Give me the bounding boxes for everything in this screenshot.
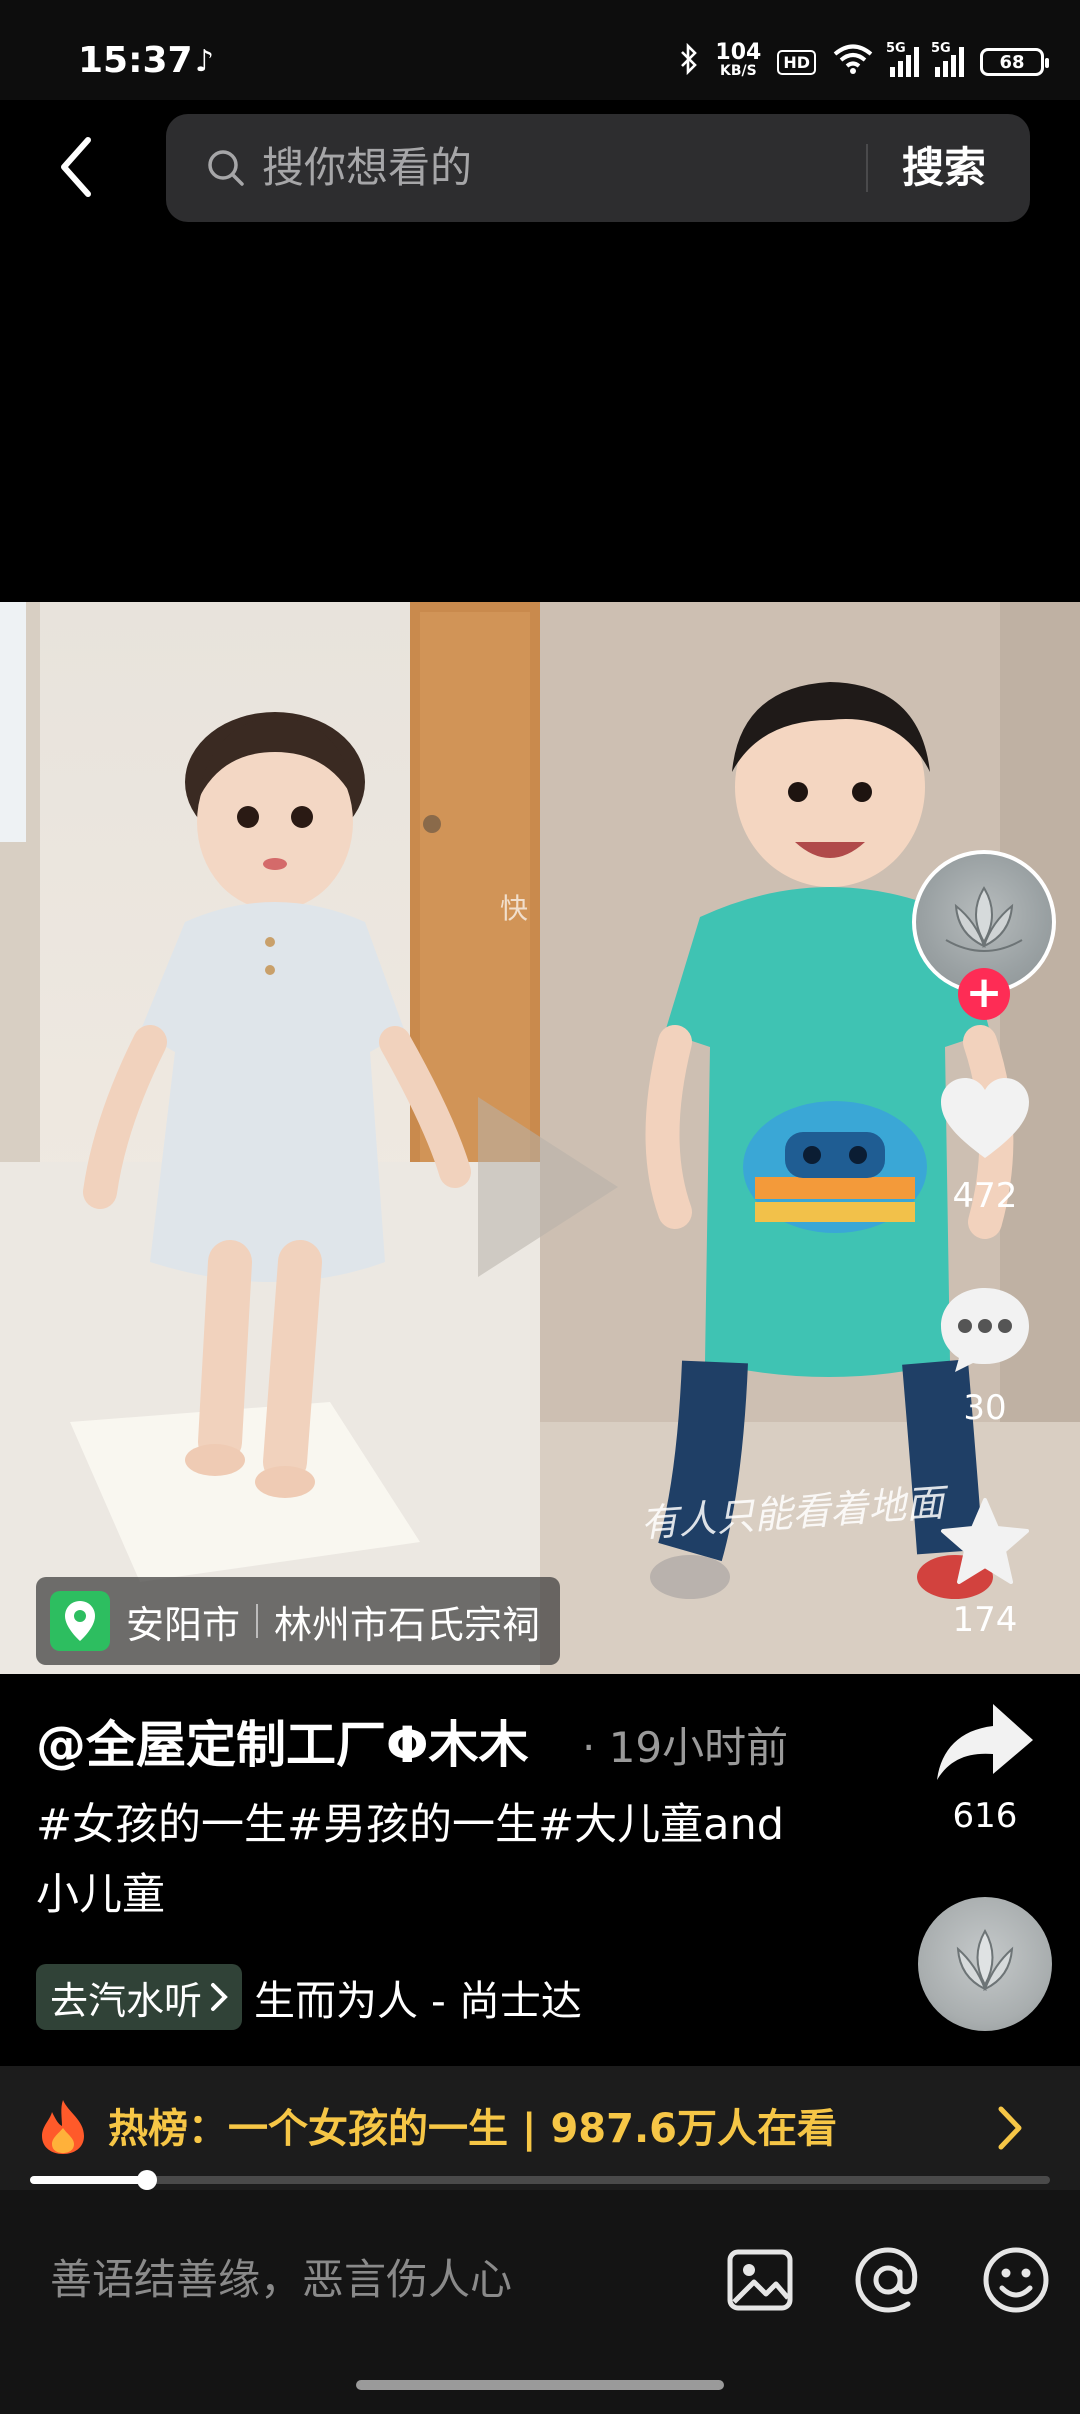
playback-progress-fill: [30, 2176, 148, 2184]
signal-label-1: 5G: [886, 41, 906, 56]
screen: 15:37 ♪ 104 KB/S HD 5G 5G 68 搜你想看的 搜索 快 …: [0, 0, 1080, 2414]
playback-progress-bar[interactable]: [30, 2170, 1050, 2190]
tiktok-icon: ♪: [195, 44, 215, 79]
location-place: 林州市石氏宗祠: [274, 1602, 541, 1647]
mention-icon[interactable]: [850, 2242, 926, 2318]
hot-list-text: 热榜：一个女孩的一生 | 987.6万人在看: [108, 2106, 837, 2152]
music-chip-label: 去汽水听: [50, 1978, 203, 2023]
signal-label-2: 5G: [931, 41, 951, 56]
comment-button[interactable]: 30: [930, 1284, 1040, 1428]
author-avatar-button[interactable]: +: [912, 850, 1056, 1020]
author-name[interactable]: @全屋定制工厂Φ木木: [36, 1705, 529, 1777]
lotus-disc-icon: [956, 1928, 1014, 1991]
heart-icon: [941, 1078, 1029, 1158]
location-chip[interactable]: 安阳市 林州市石氏宗祠: [36, 1577, 561, 1665]
chevron-left-icon: [61, 137, 91, 197]
image-icon[interactable]: [722, 2242, 798, 2318]
like-button[interactable]: 472: [930, 1074, 1040, 1216]
post-description[interactable]: #女孩的一生#男孩的一生#大儿童and 小儿童: [36, 1790, 826, 1930]
share-count: 616: [952, 1796, 1018, 1836]
battery-icon: 68: [980, 48, 1049, 76]
back-button[interactable]: [52, 132, 112, 202]
video-watermark: 快: [500, 892, 529, 925]
wifi-icon: [832, 43, 874, 82]
chevron-right-icon: [211, 1983, 228, 2011]
share-icon: [937, 1704, 1033, 1780]
search-icon: [208, 150, 244, 186]
flame-icon: [42, 2100, 84, 2154]
favorite-count: 174: [952, 1600, 1018, 1640]
follow-button[interactable]: +: [958, 968, 1010, 1020]
location-divider: [256, 1604, 259, 1638]
play-icon[interactable]: [458, 1087, 628, 1287]
location-pin-icon: [50, 1591, 110, 1651]
like-count: 472: [952, 1176, 1018, 1216]
hot-list-banner[interactable]: 热榜：一个女孩的一生 | 987.6万人在看: [0, 2066, 1080, 2190]
comment-input[interactable]: 善语结善缘，恶言伤人心: [50, 2250, 512, 2310]
home-indicator[interactable]: [356, 2380, 724, 2390]
video-player[interactable]: 快 有人只能看着地面: [0, 602, 1080, 1674]
emoji-icon[interactable]: [978, 2242, 1054, 2318]
search-divider: [866, 144, 868, 192]
net-speed: 104 KB/S: [715, 40, 762, 80]
open-in-qishui-button[interactable]: 去汽水听: [36, 1964, 243, 2030]
status-bar: 15:37 ♪ 104 KB/S HD 5G 5G 68: [0, 0, 1080, 100]
status-icons: 104 KB/S HD 5G 5G 68: [679, 40, 1049, 84]
net-speed-unit: KB/S: [720, 63, 757, 79]
music-disc-button[interactable]: [918, 1897, 1052, 2031]
location-city: 安阳市: [126, 1602, 241, 1647]
hd-icon: HD: [777, 49, 816, 75]
music-row: 去汽水听 生而为人 - 尚士达: [36, 1964, 582, 2030]
post-time: · 19小时前: [582, 1723, 789, 1772]
star-icon: [941, 1498, 1029, 1584]
search-input[interactable]: 搜你想看的: [262, 140, 472, 196]
chevron-right-icon: [998, 2106, 1022, 2150]
search-button[interactable]: 搜索: [902, 140, 986, 196]
favorite-button[interactable]: 174: [930, 1496, 1040, 1640]
comment-count: 30: [963, 1388, 1007, 1428]
bluetooth-icon: [679, 42, 699, 82]
search-bar[interactable]: 搜你想看的 搜索: [166, 114, 1030, 222]
signal-icon-1: 5G: [886, 41, 919, 77]
share-button[interactable]: 616: [930, 1700, 1040, 1836]
music-name[interactable]: 生而为人 - 尚士达: [254, 1967, 582, 2027]
comment-icon: [941, 1288, 1029, 1372]
status-time: 15:37: [78, 40, 193, 81]
net-speed-value: 104: [715, 40, 762, 65]
signal-icon-2: 5G: [931, 41, 964, 77]
